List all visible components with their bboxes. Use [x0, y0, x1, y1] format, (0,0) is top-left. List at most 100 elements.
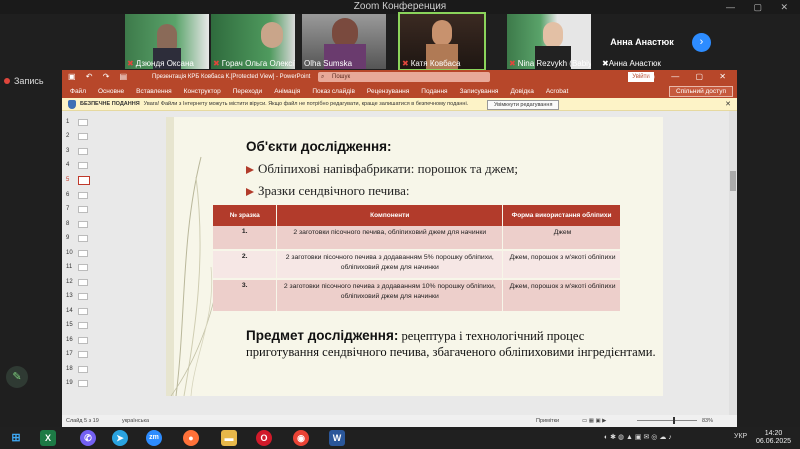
participant-name: Анна Анастюк [608, 59, 661, 68]
language-indicator[interactable]: українська [122, 418, 149, 424]
participant-name: Nina Rezvykh (Babiy) [517, 59, 591, 68]
slide-thumb[interactable]: 14 [66, 308, 88, 315]
slide-thumb[interactable]: 17 [66, 351, 88, 358]
slide-thumb[interactable]: 7 [66, 206, 88, 213]
slide-thumb[interactable]: 6 [66, 192, 88, 199]
participant-tile-name-only[interactable]: Анна Анастюк ✖Анна Анастюк [600, 14, 684, 69]
zoom-slider[interactable] [637, 417, 697, 424]
tab-animation[interactable]: Анімація [274, 88, 300, 95]
chrome-icon[interactable]: ◉ [293, 430, 309, 446]
windows-icon[interactable]: ⊞ [8, 430, 24, 446]
table-header: № зразка [213, 205, 278, 226]
search-placeholder: Пошук [332, 74, 351, 80]
search-input[interactable]: ⌕ Пошук [318, 72, 490, 82]
clock[interactable]: 14:20 06.06.2025 [756, 430, 791, 446]
recording-indicator[interactable]: Запись [4, 76, 44, 86]
participant-name: Катя Ковбаса [410, 59, 461, 68]
tray-icons[interactable]: ◐ ✱ ◍ ▲ ▣ ✉ ◎ ☁ ♪ [604, 433, 672, 441]
telegram-icon[interactable]: ➤ [112, 430, 128, 446]
excel-icon[interactable]: X [40, 430, 56, 446]
clock-date: 06.06.2025 [756, 438, 792, 445]
ppt-window-controls[interactable]: ▭ — ▢ ✕ [648, 72, 734, 81]
slide-thumb[interactable]: 18 [66, 366, 88, 373]
slide-thumbnails: 1 2 3 4 5 6 7 8 9 10 11 12 13 14 15 16 1… [62, 111, 96, 415]
slide-thumb[interactable]: 8 [66, 221, 88, 228]
zoom-level[interactable]: 83% [702, 418, 713, 424]
slide-thumb[interactable]: 2 [66, 133, 88, 140]
participant-tile[interactable]: ✖ Nina Rezvykh (Babiy) [507, 14, 591, 69]
slide-thumb[interactable]: 15 [66, 322, 88, 329]
document-title: Презентація КРБ Ковбаса К.[Protected Vie… [152, 74, 311, 80]
slide-thumb[interactable]: 9 [66, 235, 88, 242]
close-icon[interactable]: ✕ [725, 100, 731, 108]
tab-help[interactable]: Довідка [510, 88, 533, 95]
chevron-right-icon[interactable]: › [692, 33, 711, 52]
powerpoint-window: ▣ ↶ ↷ ▤ Презентація КРБ Ковбаса К.[Prote… [62, 70, 737, 427]
participant-tile-active[interactable]: ✖ Катя Ковбаса [398, 12, 486, 71]
share-button[interactable]: Спільний доступ [669, 85, 733, 97]
tab-insert[interactable]: Вставлення [136, 88, 172, 95]
recording-label: Запись [14, 76, 44, 86]
slide-thumb[interactable]: 1 [66, 119, 88, 126]
language-indicator[interactable]: УКР [734, 433, 747, 440]
quick-access-toolbar[interactable]: ▣ ↶ ↷ ▤ [68, 72, 131, 81]
tab-home[interactable]: Основне [98, 88, 124, 95]
window-title: Zoom Конференция [353, 1, 447, 12]
participant-name: Анна Анастюк [610, 36, 674, 47]
participant-tile[interactable]: ✖Горач Ольга Олексіївна [211, 14, 295, 69]
tab-review[interactable]: Рецензування [367, 88, 409, 95]
slide-canvas[interactable]: Об'єкти дослідження: Обліпихові напівфаб… [166, 117, 663, 396]
viber-icon[interactable]: ✆ [80, 430, 96, 446]
slide-thumb[interactable]: 3 [66, 148, 88, 155]
tab-file[interactable]: Файл [70, 88, 86, 95]
slide-thumb[interactable]: 13 [66, 293, 88, 300]
tab-acrobat[interactable]: Acrobat [546, 88, 568, 95]
opera-icon[interactable]: O [256, 430, 272, 446]
search-icon: ⌕ [321, 74, 325, 80]
window-controls[interactable]: — ▢ ✕ [726, 0, 796, 14]
protected-view-bar: БЕЗПЕЧНЕ ПОДАННЯ Увага! Файли з Інтернету… [62, 98, 737, 111]
scrollbar-thumb[interactable] [730, 171, 736, 191]
view-buttons[interactable]: ▭ ▦ ▣ ▶ [582, 418, 606, 424]
tab-view[interactable]: Подання [421, 88, 447, 95]
vertical-scrollbar[interactable] [729, 111, 737, 415]
protected-message: Увага! Файли з Інтернету можуть містити … [143, 101, 469, 107]
participant-tile[interactable]: Olha Sumska [302, 14, 386, 69]
mic-muted-icon: ✖ [127, 59, 134, 68]
table-header: Форма використання обліпихи [502, 205, 621, 226]
zoom-icon[interactable]: zm [146, 430, 162, 446]
slide-thumb-selected[interactable]: 5 [66, 176, 90, 185]
subject-label: Предмет дослідження: [246, 328, 399, 343]
tab-transitions[interactable]: Переходи [233, 88, 262, 95]
slide-thumb[interactable]: 10 [66, 250, 88, 257]
slide-thumb[interactable]: 16 [66, 337, 88, 344]
notes-button[interactable]: Примітки [536, 418, 559, 424]
enable-editing-button[interactable]: Увімкнути редагування [487, 100, 560, 110]
tab-recording[interactable]: Записування [460, 88, 499, 95]
slide-thumb[interactable]: 11 [66, 264, 88, 271]
participant-name: Olha Sumska [304, 59, 353, 68]
tab-slideshow[interactable]: Показ слайдів [312, 88, 355, 95]
participant-strip: ✖Дзюндя Оксана ✖Горач Ольга Олексіївна O… [0, 12, 800, 71]
firefox-icon[interactable]: ● [183, 430, 199, 446]
protected-title: БЕЗПЕЧНЕ ПОДАННЯ [80, 101, 140, 107]
explorer-icon[interactable]: ▬ [221, 430, 237, 446]
shield-icon [68, 100, 76, 109]
slide-thumb[interactable]: 19 [66, 380, 88, 387]
slide-thumb[interactable]: 4 [66, 162, 88, 169]
zoom-titlebar: Zoom Конференция — ▢ ✕ [0, 0, 800, 14]
slide-title: Об'єкти дослідження: [246, 139, 392, 154]
subject-paragraph: Предмет дослідження: рецептура і техноло… [246, 328, 656, 360]
ribbon-tabs: Файл Основне Вставлення Конструктор Пере… [62, 84, 737, 98]
table-row: 3. 2 заготовки пісочного печива з додава… [213, 279, 621, 313]
annotate-pen-icon[interactable]: ✎ [6, 366, 28, 388]
arrow-bullet-icon [246, 188, 254, 197]
participant-tile[interactable]: ✖ Дзюндя Оксана [125, 14, 209, 69]
mic-muted-icon: ✖ [213, 59, 220, 68]
word-icon[interactable]: W [329, 430, 345, 446]
slide-thumb[interactable]: 12 [66, 279, 88, 286]
mic-muted-icon: ✖ [402, 59, 409, 68]
bullet-item: Зразки сендвічного печива: [246, 183, 409, 199]
table-header: Компоненти [276, 205, 504, 226]
tab-design[interactable]: Конструктор [184, 88, 221, 95]
